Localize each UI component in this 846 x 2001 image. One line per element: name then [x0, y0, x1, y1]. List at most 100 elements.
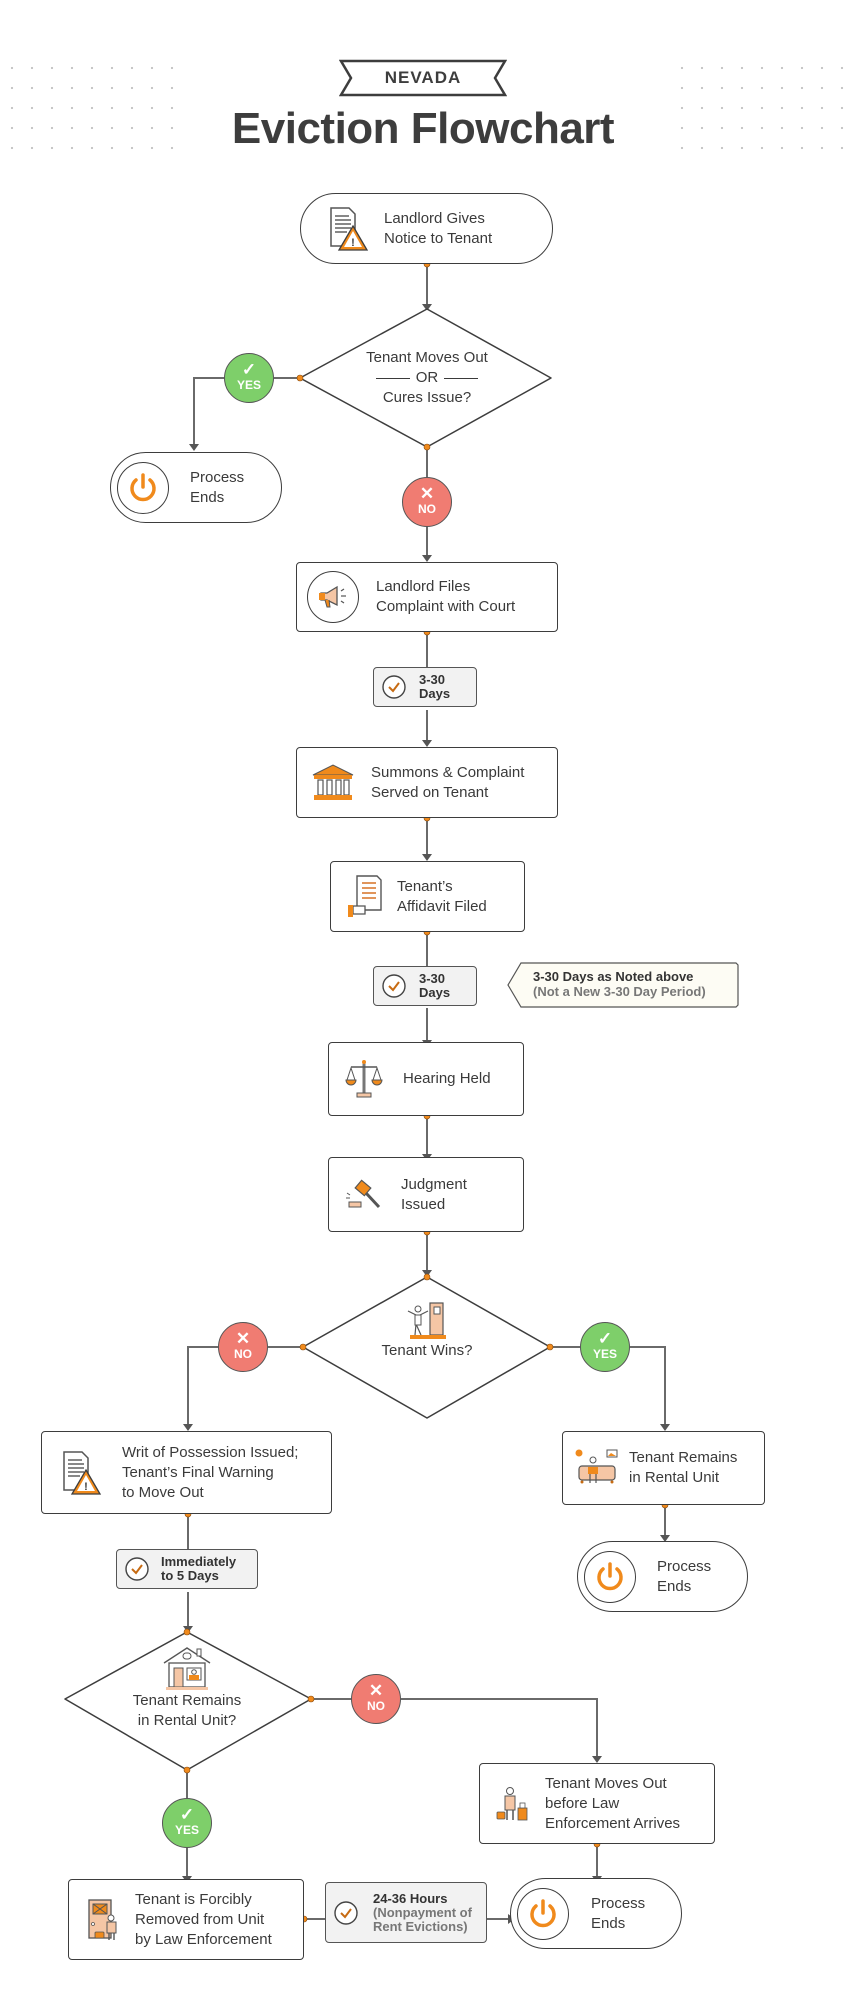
x-icon: ✕ [368, 1681, 384, 1700]
time-period-line: Rent Evictions) [373, 1918, 468, 1934]
arrowhead [660, 1424, 670, 1431]
yes-label: YES [174, 1823, 199, 1837]
decision-text-line: Tenant Remains [132, 1692, 242, 1709]
x-icon: ✕ [235, 1329, 251, 1348]
step-text-line: Ends [190, 488, 225, 506]
no-branch-badge: ✕ NO [218, 1322, 268, 1372]
luggage-person-icon [496, 1786, 530, 1822]
divider-line [444, 377, 479, 379]
port-dot [299, 1343, 307, 1351]
connector [401, 1698, 598, 1756]
decision-3-text: Tenant Remains in Rental Unit? [112, 1645, 262, 1731]
time-period-line: 24-36 Hours [373, 1890, 448, 1906]
svg-text:!: ! [351, 237, 355, 249]
scales-icon [345, 1058, 383, 1100]
step-text-line: Ends [591, 1914, 626, 1932]
step-writ-of-possession: ! Writ of Possession Issued; Tenant’s Fi… [41, 1431, 332, 1514]
port-dot [296, 374, 304, 382]
port-dot [307, 1695, 315, 1703]
port-dot [423, 1273, 431, 1281]
decision-1-text: Tenant Moves Out OR Cures Issue? [330, 348, 524, 408]
step-summons-served: Summons & Complaint Served on Tenant [296, 747, 558, 818]
decision-text-line: Tenant Moves Out [366, 349, 488, 366]
step-text-line: Enforcement Arrives [545, 1814, 681, 1832]
step-text-line: Tenant’s [397, 877, 453, 895]
time-period-line: 3-30 [419, 672, 446, 687]
check-icon: ✓ [179, 1805, 195, 1824]
check-icon: ✓ [597, 1329, 613, 1348]
power-icon [517, 1887, 569, 1940]
document-warning-icon: ! [327, 206, 369, 252]
no-label: NO [234, 1347, 252, 1361]
step-text-line: Complaint with Court [376, 598, 516, 615]
x-icon: ✕ [419, 484, 435, 503]
time-period-3-30-days: 3-30 Days [373, 667, 477, 707]
clock-icon [381, 973, 407, 999]
clock-icon [333, 1900, 359, 1926]
step-landlord-notice: ! Landlord Gives Notice to Tenant [300, 193, 553, 264]
decision-2-text: Tenant Wins? [357, 1302, 497, 1361]
sofa-tenant-icon [575, 1449, 621, 1487]
port-dot [183, 1766, 191, 1774]
step-forcibly-removed: Tenant is Forcibly Removed from Unit by … [68, 1879, 304, 1960]
step-text-line: Landlord Files [376, 578, 471, 595]
step-text-line: to Move Out [122, 1483, 204, 1501]
time-period-3-30-days-2: 3-30 Days [373, 966, 477, 1006]
decision-text-line: in Rental Unit? [137, 1712, 237, 1729]
step-hearing-held: Hearing Held [328, 1042, 524, 1116]
step-text-line: Process [190, 468, 245, 486]
yes-branch-badge: ✓ YES [162, 1798, 212, 1848]
port-dot [546, 1343, 554, 1351]
power-icon [584, 1550, 636, 1603]
arrowhead [422, 854, 432, 861]
yes-branch-badge: ✓ YES [224, 353, 274, 403]
no-branch-badge: ✕ NO [402, 477, 452, 527]
power-icon [117, 461, 169, 514]
note-line: 3-30 Days as Noted above [533, 969, 694, 984]
document-warning-icon: ! [60, 1450, 102, 1496]
step-text-line: Landlord Gives [384, 209, 485, 227]
yes-label: YES [592, 1347, 617, 1361]
step-affidavit-filed: Tenant’s Affidavit Filed [330, 861, 525, 932]
time-period-line: Days [419, 985, 451, 1000]
time-period-line: Days [419, 686, 451, 701]
step-tenant-remains: Tenant Remains in Rental Unit [562, 1431, 765, 1505]
no-branch-badge: ✕ NO [351, 1674, 401, 1724]
decision-or-text: OR [415, 369, 439, 386]
step-text-line: Judgment [401, 1175, 467, 1193]
arrowhead [189, 444, 199, 451]
arrowhead [592, 1756, 602, 1763]
step-text-line: Process [657, 1557, 712, 1575]
port-dot [183, 1628, 191, 1636]
check-icon: ✓ [241, 360, 257, 379]
clock-icon [381, 674, 407, 700]
step-process-ends-3: Process Ends [510, 1878, 682, 1949]
step-text-line: by Law Enforcement [135, 1930, 272, 1948]
connector [193, 377, 224, 444]
step-text-line: Notice to Tenant [384, 229, 493, 247]
courthouse-icon [311, 763, 355, 803]
step-text-line: Affidavit Filed [397, 897, 487, 915]
yes-label: YES [236, 378, 261, 392]
svg-text:!: ! [84, 1481, 88, 1493]
house-icon [161, 1645, 213, 1691]
note-callout: 3-30 Days as Noted above (Not a New 3-30… [507, 962, 739, 1008]
step-text-line: before Law [545, 1794, 620, 1812]
no-label: NO [418, 502, 436, 516]
arrowhead [183, 1424, 193, 1431]
step-tenant-moves-out: Tenant Moves Out before Law Enforcement … [479, 1763, 715, 1844]
step-text-line: Ends [657, 1577, 692, 1595]
no-label: NO [367, 1699, 385, 1713]
decision-or-divider: OR [330, 368, 524, 388]
gavel-icon [345, 1177, 383, 1213]
connector [187, 1346, 218, 1424]
tenant-door-icon [406, 1302, 448, 1340]
step-text-line: Tenant Remains [629, 1449, 738, 1466]
step-text-line: Issued [401, 1195, 446, 1213]
step-text-line: Summons & Complaint [371, 763, 525, 781]
signed-document-icon [345, 874, 385, 920]
yes-branch-badge: ✓ YES [580, 1322, 630, 1372]
clock-icon [124, 1556, 150, 1582]
time-period-line: to 5 Days [161, 1568, 219, 1583]
time-period-line: (Nonpayment of [373, 1904, 472, 1920]
